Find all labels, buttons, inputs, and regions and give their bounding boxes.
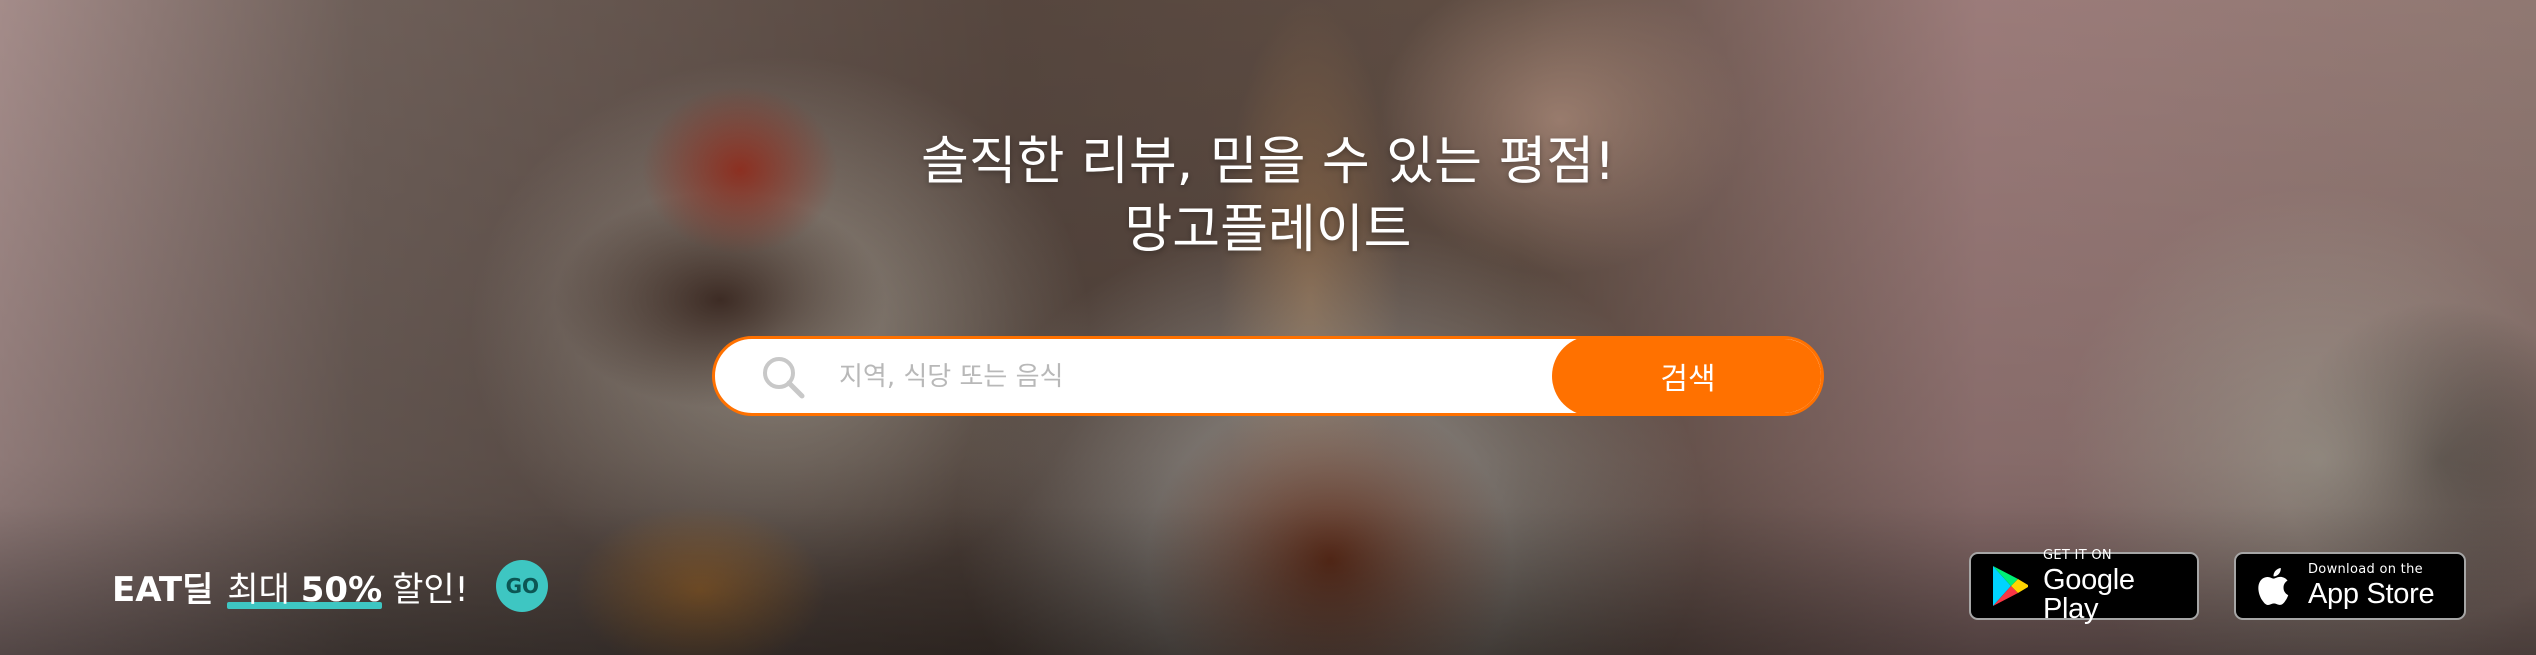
search-bar: 검색 bbox=[712, 336, 1824, 416]
app-store-badge[interactable]: Download on the App Store bbox=[2234, 552, 2466, 620]
promo-suffix: 할인! bbox=[392, 569, 469, 610]
app-store-badge-text: Download on the App Store bbox=[2308, 562, 2435, 610]
hero-headline: 솔직한 리뷰, 믿을 수 있는 평점! 망고플레이트 bbox=[0, 128, 2536, 264]
google-play-badge-small: GET IT ON bbox=[2043, 547, 2112, 563]
promo-go-button[interactable]: GO bbox=[496, 560, 549, 612]
app-store-badge-title: App Store bbox=[2308, 578, 2435, 610]
eat-deal-promo[interactable]: EAT딜 최대 50% 할인! GO bbox=[112, 556, 549, 616]
promo-brand: EAT딜 bbox=[112, 569, 214, 610]
app-store-badge-small: Download on the bbox=[2308, 562, 2423, 577]
hero-tagline: 솔직한 리뷰, 믿을 수 있는 평점! bbox=[920, 132, 1616, 192]
apple-icon bbox=[2250, 562, 2298, 610]
search-input[interactable] bbox=[837, 339, 1621, 413]
google-play-badge-text: GET IT ON Google Play bbox=[2043, 549, 2197, 624]
hero-brand-name: 망고플레이트 bbox=[1124, 200, 1412, 260]
search-button[interactable]: 검색 bbox=[1552, 339, 1821, 413]
promo-highlight: 최대 50% bbox=[227, 562, 383, 611]
promo-discount-percent: 50% bbox=[300, 569, 383, 610]
google-play-badge-title: Google Play bbox=[2043, 563, 2135, 625]
search-icon bbox=[759, 353, 807, 401]
google-play-icon bbox=[1985, 562, 2033, 610]
google-play-badge[interactable]: GET IT ON Google Play bbox=[1969, 549, 2199, 623]
promo-highlight-prefix: 최대 bbox=[227, 569, 301, 610]
